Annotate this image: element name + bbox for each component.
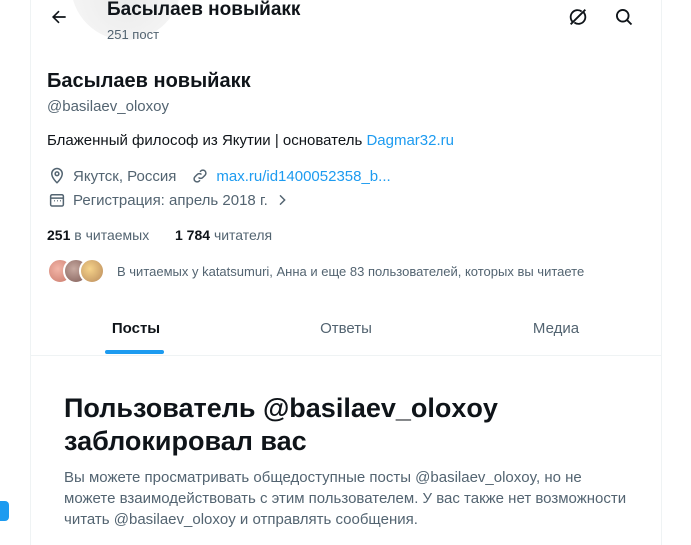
arrow-left-icon <box>49 7 69 32</box>
header-post-count: 251 пост <box>107 27 160 42</box>
following-count: 251 <box>47 227 71 243</box>
link-icon <box>190 166 210 186</box>
profile-website-link[interactable]: max.ru/id1400052358_b... <box>216 168 390 185</box>
search-button[interactable] <box>610 5 638 33</box>
back-button[interactable] <box>45 5 73 33</box>
tab-label: Медиа <box>532 320 580 337</box>
following-link[interactable]: 251 в читаемых <box>47 227 149 243</box>
following-label: в читаемых <box>74 227 150 243</box>
location-icon <box>47 166 67 186</box>
header-title: Басылаев новыйакк <box>107 0 301 20</box>
followed-by-text: В читаемых у katatsumuri, Анна и еще 83 … <box>117 263 585 279</box>
profile-header: Басылаев новыйакк 251 пост <box>31 0 661 46</box>
blocked-title: Пользователь @basilaev_oloxoy заблокиров… <box>64 393 498 456</box>
chevron-right-icon <box>272 190 292 210</box>
calendar-icon <box>47 190 67 210</box>
profile-handle: @basilaev_oloxoy <box>47 98 169 115</box>
grok-button[interactable] <box>564 5 592 33</box>
tab-replies[interactable]: Ответы <box>241 300 451 355</box>
followers-label: читателя <box>213 227 273 243</box>
profile-tabs: Посты Ответы Медиа <box>31 300 661 356</box>
side-button[interactable] <box>0 501 9 521</box>
profile-meta-row: Якутск, Россия max.ru/id1400052358_b... <box>47 166 391 186</box>
bio-text: Блаженный философ из Якутии | основатель <box>47 132 367 149</box>
followers-link[interactable]: 1 784 читателя <box>175 227 272 243</box>
profile-counts: 251 в читаемых 1 784 читателя <box>47 227 272 243</box>
grok-icon <box>567 6 589 33</box>
profile-joined: Регистрация: апрель 2018 г. <box>73 191 268 209</box>
search-icon <box>614 7 634 32</box>
profile-joined-row[interactable]: Регистрация: апрель 2018 г. <box>47 190 298 210</box>
bio-link[interactable]: Dagmar32.ru <box>366 132 454 149</box>
active-tab-indicator <box>105 350 164 354</box>
tab-media[interactable]: Медиа <box>451 300 661 355</box>
tab-posts[interactable]: Посты <box>31 300 241 355</box>
profile-column: Басылаев новыйакк 251 пост Басылаев новы… <box>30 0 662 545</box>
tab-label: Ответы <box>320 320 372 337</box>
profile-bio: Блаженный философ из Якутии | основатель… <box>47 132 454 149</box>
followed-by[interactable]: В читаемых у katatsumuri, Анна и еще 83 … <box>47 258 584 284</box>
blocked-message: Вы можете просматривать общедоступные по… <box>64 469 627 528</box>
followers-count: 1 784 <box>175 227 211 243</box>
avatar <box>79 258 105 284</box>
profile-location: Якутск, Россия <box>73 167 177 185</box>
tab-label: Посты <box>111 320 161 337</box>
profile-name: Басылаев новыйакк <box>47 70 251 92</box>
